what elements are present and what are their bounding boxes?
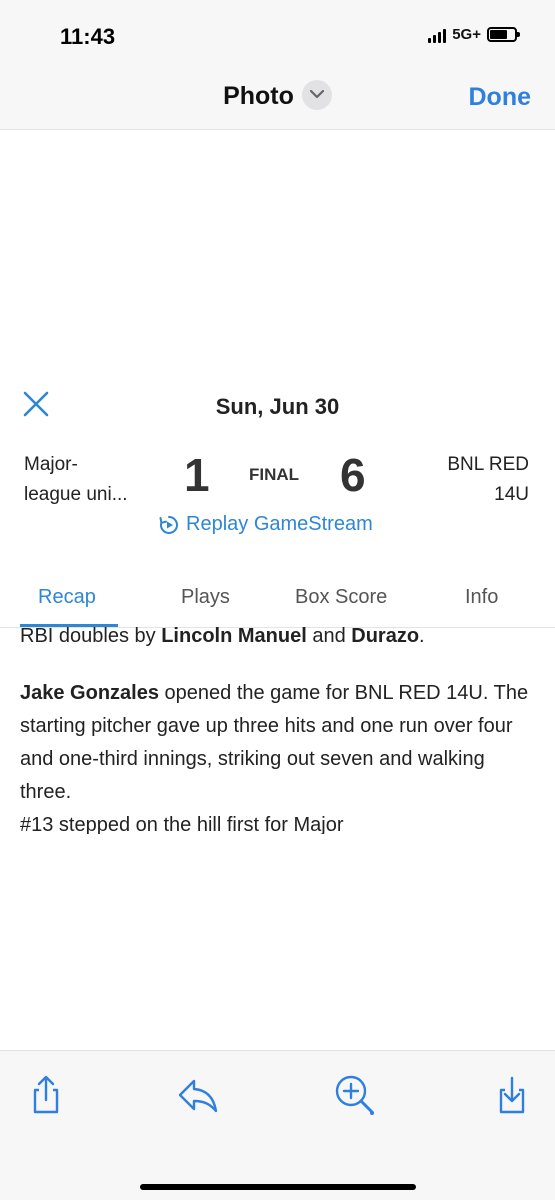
article-text: RBI doubles by xyxy=(20,625,162,647)
player-name: Lincoln Manuel xyxy=(161,625,307,647)
player-name: Jake Gonzales xyxy=(20,682,159,704)
status-indicators: 5G+ xyxy=(428,26,520,43)
markup-icon[interactable] xyxy=(332,1073,376,1117)
replay-gamestream-link[interactable]: Replay GameStream xyxy=(158,513,373,536)
signal-icon xyxy=(428,27,447,43)
tab-info[interactable]: Info xyxy=(465,586,498,609)
network-label: 5G+ xyxy=(452,26,481,43)
team-left-line1: Major- xyxy=(24,454,78,475)
replay-label: Replay GameStream xyxy=(186,513,373,535)
status-time: 11:43 xyxy=(60,24,116,49)
team-left-line2: league uni... xyxy=(24,484,128,505)
score-left: 1 xyxy=(184,449,210,501)
home-indicator xyxy=(140,1184,416,1190)
chevron-down-icon[interactable] xyxy=(301,80,332,111)
tab-plays[interactable]: Plays xyxy=(181,586,230,609)
nav-title-text: Photo xyxy=(223,82,294,110)
done-button[interactable]: Done xyxy=(469,83,532,112)
share-icon[interactable] xyxy=(24,1073,68,1117)
team-left-name: Major- league uni... xyxy=(24,450,164,510)
player-name: Durazo xyxy=(351,625,420,647)
article-text: . xyxy=(419,625,425,647)
recap-article: RBI doubles by Lincoln Manuel and Durazo… xyxy=(20,620,540,834)
article-paragraph: Jake Gonzales opened the game for BNL RE… xyxy=(20,677,540,834)
replay-icon xyxy=(159,515,178,534)
team-right-line1: BNL RED xyxy=(447,454,529,475)
reply-icon[interactable] xyxy=(176,1073,220,1117)
photo-nav-bar: Photo Done xyxy=(0,70,555,130)
score-right: 6 xyxy=(340,449,366,501)
team-right-name: BNL RED 14U xyxy=(389,450,529,510)
photo-toolbar xyxy=(0,1050,555,1200)
battery-icon xyxy=(487,27,520,42)
save-icon[interactable] xyxy=(490,1073,534,1117)
tab-recap[interactable]: Recap xyxy=(38,586,96,609)
team-right-line2: 14U xyxy=(494,484,529,505)
article-paragraph: RBI doubles by Lincoln Manuel and Durazo… xyxy=(20,620,540,653)
tab-box-score[interactable]: Box Score xyxy=(295,586,387,609)
article-text-cutoff: #13 stepped on the hill first for Major xyxy=(20,814,344,834)
status-bar: 11:43 5G+ xyxy=(0,0,555,70)
game-status: FINAL xyxy=(249,465,300,484)
game-date: Sun, Jun 30 xyxy=(215,394,340,419)
article-text: and xyxy=(306,625,352,647)
